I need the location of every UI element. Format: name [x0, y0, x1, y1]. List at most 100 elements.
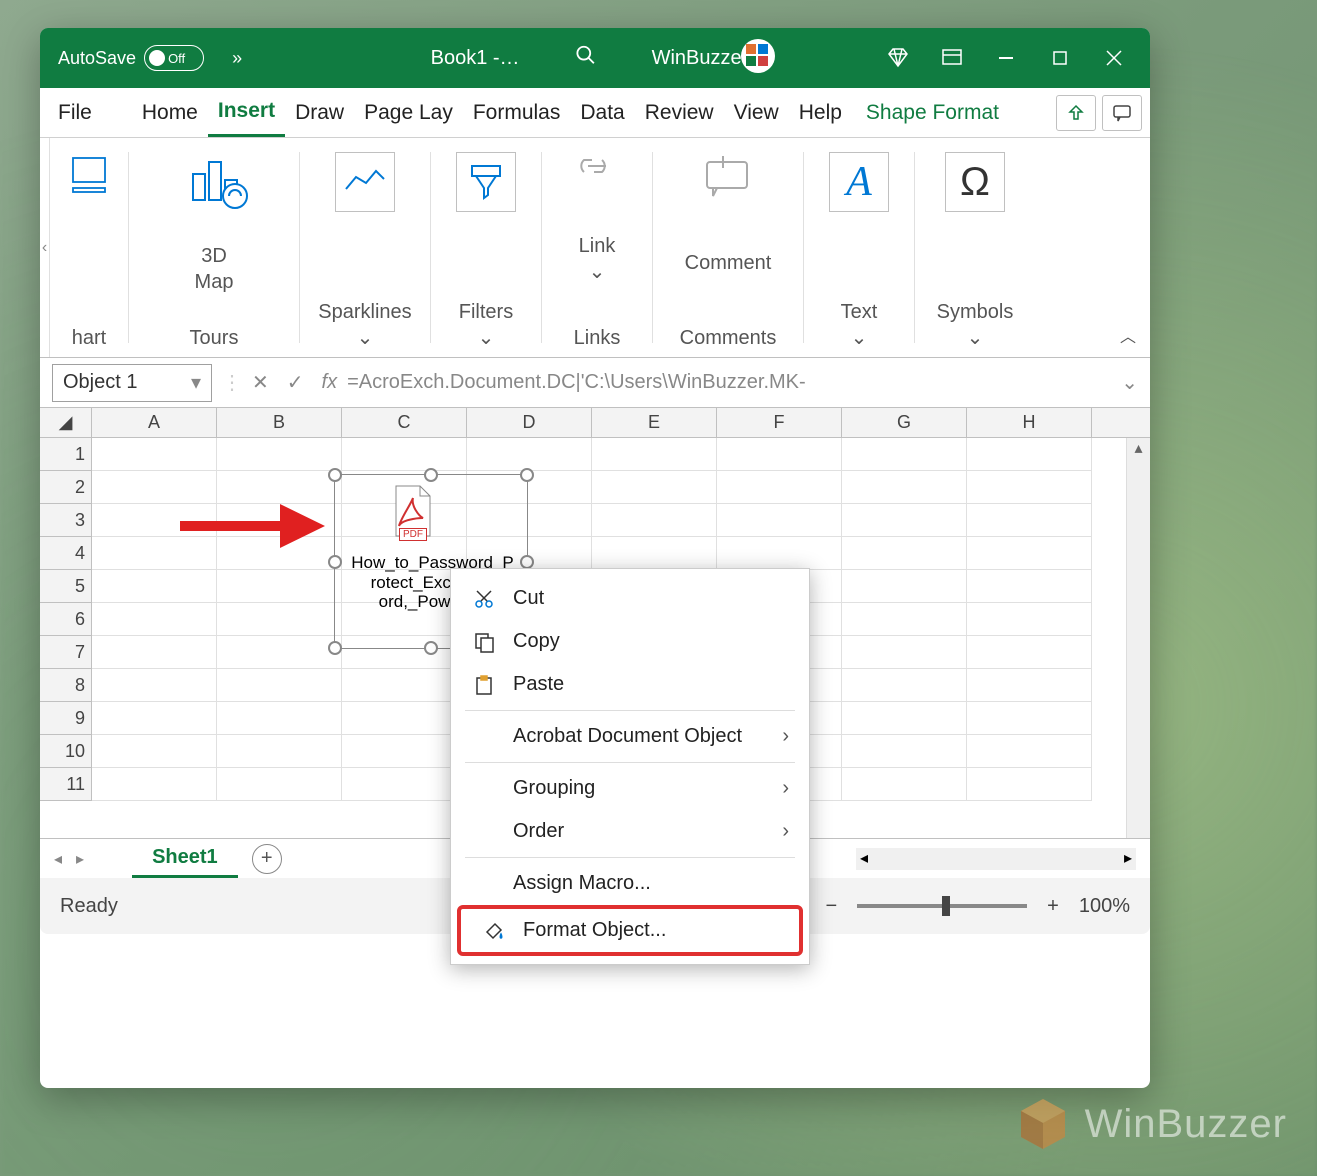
- ctx-assign-macro[interactable]: Assign Macro...: [451, 862, 809, 905]
- sheet-prev[interactable]: ◂: [54, 849, 62, 869]
- comments-button[interactable]: [1102, 95, 1142, 131]
- tab-review[interactable]: Review: [635, 88, 724, 137]
- search-icon[interactable]: [575, 44, 597, 72]
- vertical-scrollbar[interactable]: ▴: [1126, 438, 1150, 838]
- row-header[interactable]: 11: [40, 768, 92, 801]
- col-F[interactable]: F: [717, 408, 842, 437]
- cell[interactable]: [842, 702, 967, 735]
- cell[interactable]: [92, 603, 217, 636]
- cell[interactable]: [342, 438, 467, 471]
- row-header[interactable]: 6: [40, 603, 92, 636]
- cell[interactable]: [217, 438, 342, 471]
- cell[interactable]: [842, 471, 967, 504]
- cell[interactable]: [967, 537, 1092, 570]
- diamond-icon[interactable]: [880, 40, 916, 76]
- cell[interactable]: [842, 504, 967, 537]
- cell[interactable]: [842, 669, 967, 702]
- ctx-acrobat-object[interactable]: Acrobat Document Object ›: [451, 715, 809, 758]
- cell[interactable]: [467, 438, 592, 471]
- col-A[interactable]: A: [92, 408, 217, 437]
- cell[interactable]: [967, 735, 1092, 768]
- cell[interactable]: [717, 537, 842, 570]
- cell[interactable]: [967, 438, 1092, 471]
- user-avatar[interactable]: [740, 38, 776, 79]
- cancel-icon[interactable]: ✕: [252, 370, 269, 395]
- ctx-format-object[interactable]: Format Object...: [457, 905, 803, 956]
- expand-formula-icon[interactable]: ⌄: [1121, 370, 1138, 395]
- tab-view[interactable]: View: [724, 88, 789, 137]
- horizontal-scrollbar[interactable]: ◂▸: [856, 848, 1136, 870]
- ribbon-group-filters[interactable]: Filters⌄: [431, 138, 541, 357]
- cell[interactable]: [842, 735, 967, 768]
- row-header[interactable]: 1: [40, 438, 92, 471]
- tab-file[interactable]: File: [48, 88, 102, 137]
- enter-icon[interactable]: ✓: [287, 370, 304, 395]
- col-G[interactable]: G: [842, 408, 967, 437]
- zoom-slider[interactable]: [857, 904, 1027, 908]
- row-header[interactable]: 8: [40, 669, 92, 702]
- zoom-out[interactable]: −: [825, 895, 837, 918]
- formula-input[interactable]: =AcroExch.Document.DC|'C:\Users\WinBuzze…: [347, 371, 1111, 394]
- ribbon-group-chart[interactable]: hart: [50, 138, 128, 357]
- ribbon-group-tours[interactable]: 3D Map Tours: [129, 138, 299, 357]
- cell[interactable]: [717, 438, 842, 471]
- ribbon-group-symbols[interactable]: Ω Symbols⌄: [915, 138, 1035, 357]
- autosave-toggle[interactable]: AutoSave Off: [58, 45, 204, 71]
- row-header[interactable]: 4: [40, 537, 92, 570]
- cell[interactable]: [592, 471, 717, 504]
- cell[interactable]: [842, 570, 967, 603]
- cell[interactable]: [217, 636, 342, 669]
- ctx-paste[interactable]: Paste: [451, 663, 809, 706]
- cell[interactable]: [342, 735, 467, 768]
- cell[interactable]: [967, 768, 1092, 801]
- col-D[interactable]: D: [467, 408, 592, 437]
- cell[interactable]: [217, 768, 342, 801]
- cell[interactable]: [967, 603, 1092, 636]
- cell[interactable]: [92, 735, 217, 768]
- tab-page-layout[interactable]: Page Lay: [354, 88, 463, 137]
- qat-overflow[interactable]: »: [232, 48, 242, 69]
- cell[interactable]: [92, 702, 217, 735]
- collapse-ribbon-icon[interactable]: ︿: [1120, 323, 1136, 347]
- row-header[interactable]: 5: [40, 570, 92, 603]
- cell[interactable]: [92, 636, 217, 669]
- row-header[interactable]: 7: [40, 636, 92, 669]
- row-header[interactable]: 3: [40, 504, 92, 537]
- tab-data[interactable]: Data: [570, 88, 634, 137]
- row-header[interactable]: 2: [40, 471, 92, 504]
- name-box[interactable]: Object 1 ▾: [52, 364, 212, 402]
- share-button[interactable]: [1056, 95, 1096, 131]
- cell[interactable]: [842, 537, 967, 570]
- zoom-in[interactable]: +: [1047, 895, 1059, 918]
- cell[interactable]: [967, 471, 1092, 504]
- col-E[interactable]: E: [592, 408, 717, 437]
- ctx-cut[interactable]: Cut: [451, 577, 809, 620]
- cell[interactable]: [967, 669, 1092, 702]
- select-all[interactable]: ◢: [40, 408, 92, 437]
- ctx-copy[interactable]: Copy: [451, 620, 809, 663]
- ribbon-group-text[interactable]: A Text⌄: [804, 138, 914, 357]
- row-header[interactable]: 10: [40, 735, 92, 768]
- cell[interactable]: [92, 669, 217, 702]
- cell[interactable]: [217, 669, 342, 702]
- cell[interactable]: [967, 570, 1092, 603]
- col-B[interactable]: B: [217, 408, 342, 437]
- tab-insert[interactable]: Insert: [208, 88, 285, 137]
- cell[interactable]: [217, 570, 342, 603]
- cell[interactable]: [842, 636, 967, 669]
- cell[interactable]: [92, 768, 217, 801]
- maximize-button[interactable]: [1042, 40, 1078, 76]
- cell[interactable]: [342, 702, 467, 735]
- cell[interactable]: [592, 438, 717, 471]
- cell[interactable]: [717, 471, 842, 504]
- cell[interactable]: [967, 636, 1092, 669]
- cell[interactable]: [217, 735, 342, 768]
- minimize-button[interactable]: [988, 40, 1024, 76]
- cell[interactable]: [842, 438, 967, 471]
- cell[interactable]: [342, 768, 467, 801]
- ctx-order[interactable]: Order ›: [451, 810, 809, 853]
- col-C[interactable]: C: [342, 408, 467, 437]
- cell[interactable]: [967, 702, 1092, 735]
- sheet-tab-1[interactable]: Sheet1: [132, 840, 238, 878]
- tab-formulas[interactable]: Formulas: [463, 88, 571, 137]
